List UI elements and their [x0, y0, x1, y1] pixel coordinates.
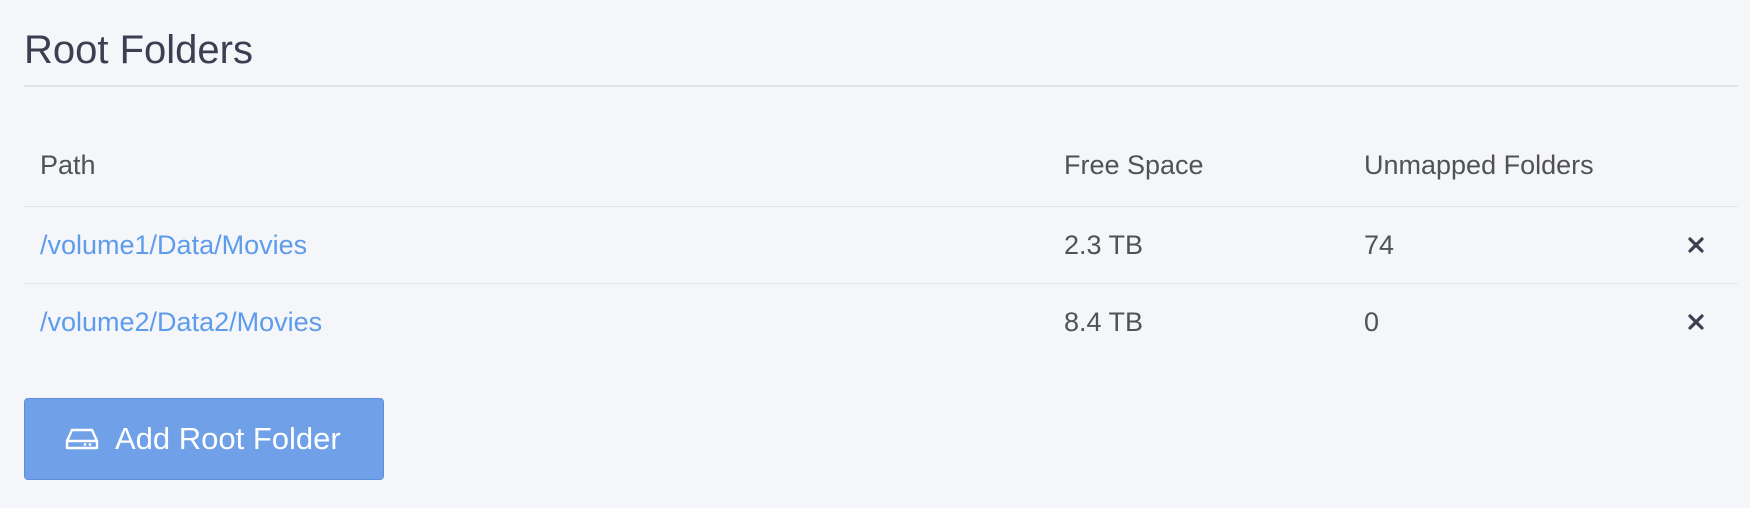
unmapped-folders-cell: 0 — [1364, 306, 1380, 337]
path-cell: /volume2/Data2/Movies — [40, 284, 322, 360]
root-folders-page: Root Folders Path Free Space Unmapped Fo… — [0, 0, 1750, 508]
hard-drive-icon — [65, 427, 99, 451]
add-root-folder-button[interactable]: Add Root Folder — [24, 398, 384, 480]
close-icon[interactable] — [1684, 310, 1708, 334]
unmapped-folders-cell: 74 — [1364, 229, 1395, 260]
column-header-path: Path — [40, 150, 96, 180]
path-cell: /volume1/Data/Movies — [40, 207, 307, 283]
title-divider — [24, 85, 1738, 87]
action-cell — [1684, 207, 1708, 283]
free-space-cell: 2.3 TB — [1064, 229, 1144, 260]
column-header-free-space: Free Space — [1064, 150, 1204, 180]
root-folder-path-link[interactable]: /volume1/Data/Movies — [40, 230, 307, 261]
section-title: Root Folders — [24, 28, 253, 72]
close-icon[interactable] — [1684, 233, 1708, 257]
free-space-cell: 8.4 TB — [1064, 306, 1144, 337]
root-folders-table: Path Free Space Unmapped Folders /volume… — [24, 130, 1738, 360]
table-row: /volume2/Data2/Movies 8.4 TB 0 — [24, 284, 1738, 360]
column-header-unmapped-folders: Unmapped Folders — [1364, 150, 1594, 180]
table-row: /volume1/Data/Movies 2.3 TB 74 — [24, 207, 1738, 284]
root-folder-path-link[interactable]: /volume2/Data2/Movies — [40, 307, 322, 338]
table-header-row: Path Free Space Unmapped Folders — [24, 130, 1738, 207]
add-root-folder-label: Add Root Folder — [115, 421, 341, 456]
action-cell — [1684, 284, 1708, 360]
